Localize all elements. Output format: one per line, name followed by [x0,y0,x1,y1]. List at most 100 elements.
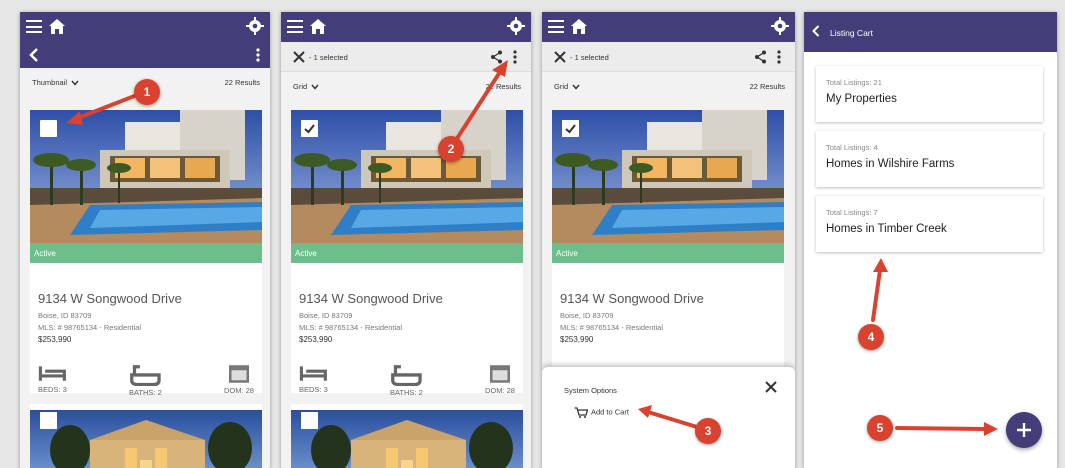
listing-address[interactable]: 9134 W Songwood Drive [560,291,704,306]
baths-count: BATHS: 2 [389,387,423,397]
checkbox-icon[interactable] [301,412,318,429]
checkbox-icon[interactable] [40,120,57,137]
more-icon[interactable] [256,48,260,62]
listing-city: Boise, ID 83709 [299,311,353,320]
list-name: Homes in Timber Creek [826,223,947,235]
cart-list-item[interactable]: Total Listings: 7 Homes in Timber Creek [816,196,1043,252]
add-list-button[interactable] [1006,412,1042,448]
selection-bar: - 1 selected [281,42,531,72]
home-icon[interactable] [309,18,327,35]
view-selector[interactable]: Grid [554,82,580,91]
cart-list-item[interactable]: Total Listings: 4 Homes in Wilshire Farm… [816,131,1043,187]
gear-icon[interactable] [771,17,789,35]
chevron-down-icon [572,84,580,90]
more-icon[interactable] [513,50,517,64]
bed-icon [299,366,327,381]
list-count: Total Listings: 7 [826,208,878,217]
callout-badge: 5 [867,415,893,441]
add-to-cart-button[interactable]: Add to Cart [574,407,629,418]
panel-listing-cart: Listing Cart Total Listings: 21 My Prope… [804,12,1057,468]
status-badge: Active [552,243,784,263]
system-options-sheet: System Options Add to Cart [542,367,795,468]
listing-address[interactable]: 9134 W Songwood Drive [38,291,182,306]
home-icon[interactable] [48,18,66,35]
listing-city: Boise, ID 83709 [38,311,92,320]
panel-system-options: - 1 selected Grid 22 Results Active 9134… [542,12,795,468]
house-photo [291,410,523,468]
close-icon[interactable] [293,51,305,63]
sub-nav-bar [20,42,270,68]
house-photo [291,110,523,243]
cart-header: Listing Cart [804,12,1057,52]
listing-stats: BEDS: 3 BATHS: 2 DOM: 28 [299,364,515,397]
add-to-cart-label: Add to Cart [591,407,629,417]
dom-count: DOM: 28 [484,386,515,395]
sheet-title: System Options [564,386,617,395]
list-count: Total Listings: 4 [826,143,878,152]
home-icon[interactable] [570,18,588,35]
cart-list-item[interactable]: Total Listings: 21 My Properties [816,66,1043,122]
share-icon[interactable] [754,50,767,64]
gear-icon[interactable] [507,17,525,35]
listing-price: $253,990 [299,335,333,344]
share-icon[interactable] [490,50,503,64]
view-selector[interactable]: Grid [293,82,319,91]
view-selector-label: Grid [554,82,569,91]
listing-mls: MLS: # 98765134 - Residential [560,323,663,332]
listing-card[interactable]: Active 9134 W Songwood Drive Boise, ID 8… [291,110,523,397]
selection-bar: - 1 selected [542,42,795,72]
selection-count: - 1 selected [570,53,609,62]
back-icon[interactable] [812,25,820,37]
baths-count: BATHS: 2 [128,387,162,397]
calendar-icon [228,365,249,383]
listing-card[interactable] [30,404,262,468]
calendar-icon [489,365,510,383]
results-count: 22 Results [224,78,260,87]
bath-icon [130,365,161,387]
app-top-bar [542,12,795,42]
listing-price: $253,990 [560,335,594,344]
callout-badge: 4 [858,324,884,350]
back-icon[interactable] [28,48,40,62]
results-count: 22 Results [485,82,521,91]
menu-icon[interactable] [548,20,564,33]
listing-card[interactable]: Active 9134 W Songwood Drive Boise, ID 8… [30,110,262,397]
listing-photo [30,110,262,243]
view-filter-bar: Grid 22 Results [542,72,795,100]
house-photo [30,110,262,243]
more-icon[interactable] [777,50,781,64]
list-name: Homes in Wilshire Farms [826,158,955,170]
cart-icon [574,407,588,418]
listing-card[interactable] [291,404,523,468]
checkbox-checked-icon[interactable] [562,120,579,137]
listing-photo [552,110,784,243]
status-badge: Active [30,243,262,263]
close-icon[interactable] [554,51,566,63]
house-photo [30,410,262,468]
listing-stats: BEDS: 3 BATHS: 2 DOM: 28 [38,364,254,397]
gear-icon[interactable] [246,17,264,35]
listing-price: $253,990 [38,335,72,344]
results-count: 22 Results [749,82,785,91]
checkbox-icon[interactable] [40,412,57,429]
listing-photo [291,110,523,243]
view-selector-label: Grid [293,82,308,91]
listing-card[interactable]: Active 9134 W Songwood Drive Boise, ID 8… [552,110,784,393]
listing-address[interactable]: 9134 W Songwood Drive [299,291,443,306]
checkbox-checked-icon[interactable] [301,120,318,137]
menu-icon[interactable] [287,20,303,33]
page-title: Listing Cart [830,28,873,38]
list-count: Total Listings: 21 [826,78,882,87]
chevron-down-icon [311,84,319,90]
view-selector[interactable]: Thumbnail [32,78,79,87]
beds-count: BEDS: 3 [38,385,67,395]
view-filter-bar: Grid 22 Results [281,72,531,100]
menu-icon[interactable] [26,20,42,33]
view-selector-label: Thumbnail [32,78,68,87]
callout-badge: 2 [438,136,464,162]
close-icon[interactable] [765,381,777,393]
app-top-bar [20,12,270,42]
panel-listings-selected: - 1 selected Grid 22 Results Active 9134… [281,12,531,468]
listing-city: Boise, ID 83709 [560,311,614,320]
bath-icon [391,365,422,387]
